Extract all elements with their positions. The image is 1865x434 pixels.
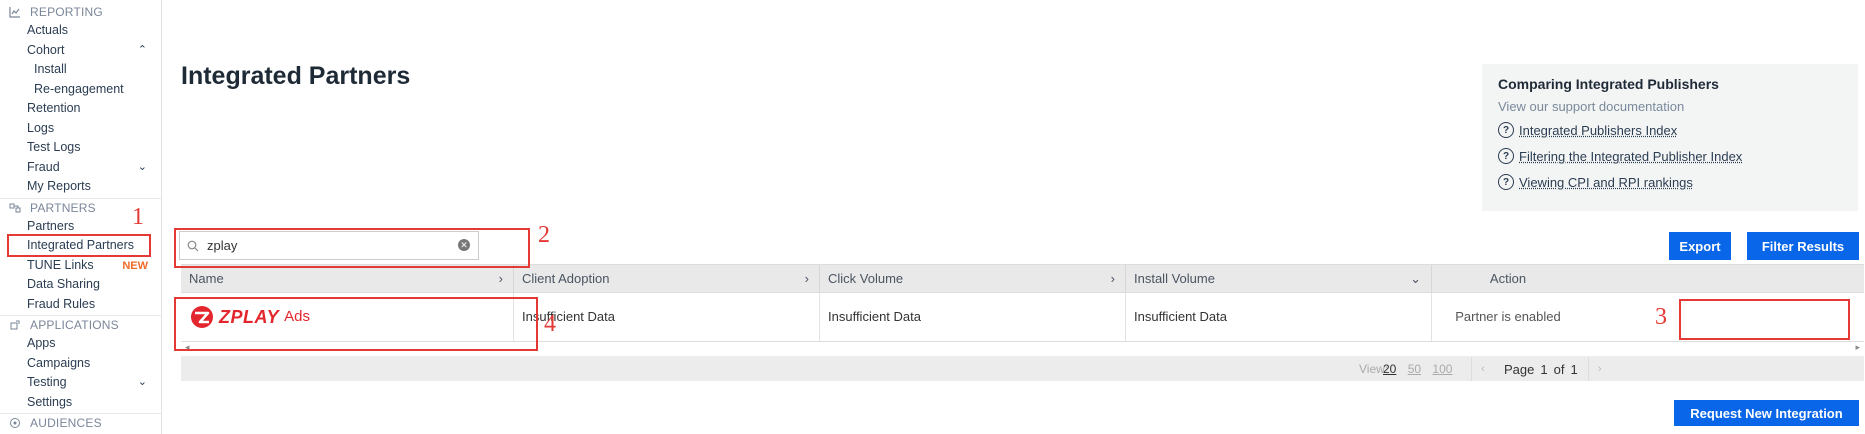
scroll-right-icon[interactable]: ▸ — [1855, 342, 1860, 353]
chevron-down-icon[interactable]: ⌄ — [138, 158, 147, 178]
export-button[interactable]: Export — [1669, 232, 1731, 260]
sidebar-item-fraud[interactable]: Fraud ⌄ — [0, 158, 161, 178]
annotation-box-2 — [174, 228, 530, 268]
sidebar-item-testing[interactable]: Testing ⌄ — [0, 373, 161, 393]
filter-results-button[interactable]: Filter Results — [1747, 232, 1859, 260]
main-content: Integrated Partners Comparing Integrated… — [161, 0, 1865, 434]
cell-click-volume: Insufficient Data — [820, 293, 1126, 341]
column-header-client-adoption[interactable]: Client Adoption › — [514, 265, 820, 292]
annotation-box-4 — [174, 297, 538, 351]
page-size-100[interactable]: 100 — [1432, 362, 1452, 376]
help-icon: ? — [1498, 174, 1514, 190]
sidebar-item-tune-links[interactable]: TUNE Links NEW — [0, 256, 161, 276]
sidebar-item-cohort[interactable]: Cohort ⌃ — [0, 41, 161, 61]
column-header-action: Action — [1489, 271, 1527, 286]
chevron-up-icon[interactable]: ⌃ — [138, 41, 147, 61]
sidebar-item-install[interactable]: Install — [0, 60, 161, 80]
help-icon: ? — [1498, 122, 1514, 138]
column-header-name[interactable]: Name › — [181, 265, 514, 292]
sidebar-item-campaigns[interactable]: Campaigns — [0, 354, 161, 374]
annotation-label-2: 2 — [538, 222, 550, 248]
info-link-filtering-index[interactable]: ? Filtering the Integrated Publisher Inde… — [1498, 148, 1742, 164]
partners-icon — [8, 201, 22, 215]
chevron-down-icon: ⌄ — [1410, 271, 1421, 286]
new-badge: NEW — [122, 259, 148, 272]
sidebar-item-logs[interactable]: Logs — [0, 119, 161, 139]
chevron-right-icon: › — [498, 271, 503, 286]
column-header-click-volume[interactable]: Click Volume › — [820, 265, 1126, 292]
chevron-down-icon[interactable]: ⌄ — [138, 373, 147, 393]
page-size-50[interactable]: 50 — [1408, 362, 1421, 376]
sidebar-item-settings[interactable]: Settings — [0, 393, 161, 413]
info-link-viewing-cpi-rpi[interactable]: ? Viewing CPI and RPI rankings — [1498, 174, 1693, 190]
page-size-options: 20 50 100 — [1383, 362, 1460, 376]
annotation-label-3: 3 — [1655, 304, 1667, 330]
total-pages: 1 — [1570, 361, 1578, 377]
chart-icon — [8, 5, 22, 19]
table-header: Name › Client Adoption › Click Volume › Ins… — [181, 264, 1864, 293]
sidebar-item-actuals[interactable]: Actuals — [0, 21, 161, 41]
info-panel: Comparing Integrated Publishers View our… — [1482, 64, 1858, 211]
cell-client-adoption: Insufficient Data — [514, 293, 820, 341]
sidebar-item-test-logs[interactable]: Test Logs — [0, 138, 161, 158]
request-new-integration-button[interactable]: Request New Integration — [1674, 400, 1859, 426]
page-title: Integrated Partners — [181, 62, 411, 90]
info-title: Comparing Integrated Publishers — [1498, 76, 1719, 92]
pagination-bar: View: 20 50 100 ‹ Page 1 of 1 › — [181, 357, 1864, 381]
page-size-20[interactable]: 20 — [1383, 362, 1396, 376]
info-subtitle: View our support documentation — [1498, 99, 1685, 114]
annotation-label-1: 1 — [132, 204, 144, 230]
column-header-install-volume[interactable]: Install Volume ⌄ — [1126, 265, 1432, 292]
sidebar-item-fraud-rules[interactable]: Fraud Rules — [0, 295, 161, 315]
partner-enabled-status[interactable]: Partner is enabled — [1432, 293, 1584, 341]
current-page[interactable]: 1 — [1540, 362, 1547, 377]
annotation-box-1 — [7, 234, 151, 257]
next-page-icon[interactable]: › — [1587, 357, 1611, 381]
cell-install-volume: Insufficient Data — [1126, 293, 1432, 341]
help-icon: ? — [1498, 148, 1514, 164]
annotation-label-4: 4 — [544, 311, 556, 337]
sidebar-section-audiences: AUDIENCES — [0, 414, 161, 432]
sidebar-item-retention[interactable]: Retention — [0, 99, 161, 119]
info-link-integrated-publishers-index[interactable]: ? Integrated Publishers Index — [1498, 122, 1677, 138]
sidebar-section-applications: APPLICATIONS — [0, 316, 161, 334]
chevron-right-icon: › — [1110, 271, 1115, 286]
sidebar-item-re-engagement[interactable]: Re-engagement — [0, 80, 161, 100]
sidebar-item-my-reports[interactable]: My Reports — [0, 177, 161, 197]
sidebar-item-data-sharing[interactable]: Data Sharing — [0, 275, 161, 295]
annotation-box-3 — [1679, 299, 1850, 340]
audiences-icon — [8, 416, 22, 430]
page-navigation: ‹ Page 1 of 1 › — [1471, 357, 1611, 381]
chevron-right-icon: › — [804, 271, 809, 286]
applications-icon — [8, 318, 22, 332]
sidebar-item-apps[interactable]: Apps — [0, 334, 161, 354]
prev-page-icon[interactable]: ‹ — [1471, 357, 1494, 381]
sidebar-section-reporting: REPORTING — [0, 3, 161, 21]
